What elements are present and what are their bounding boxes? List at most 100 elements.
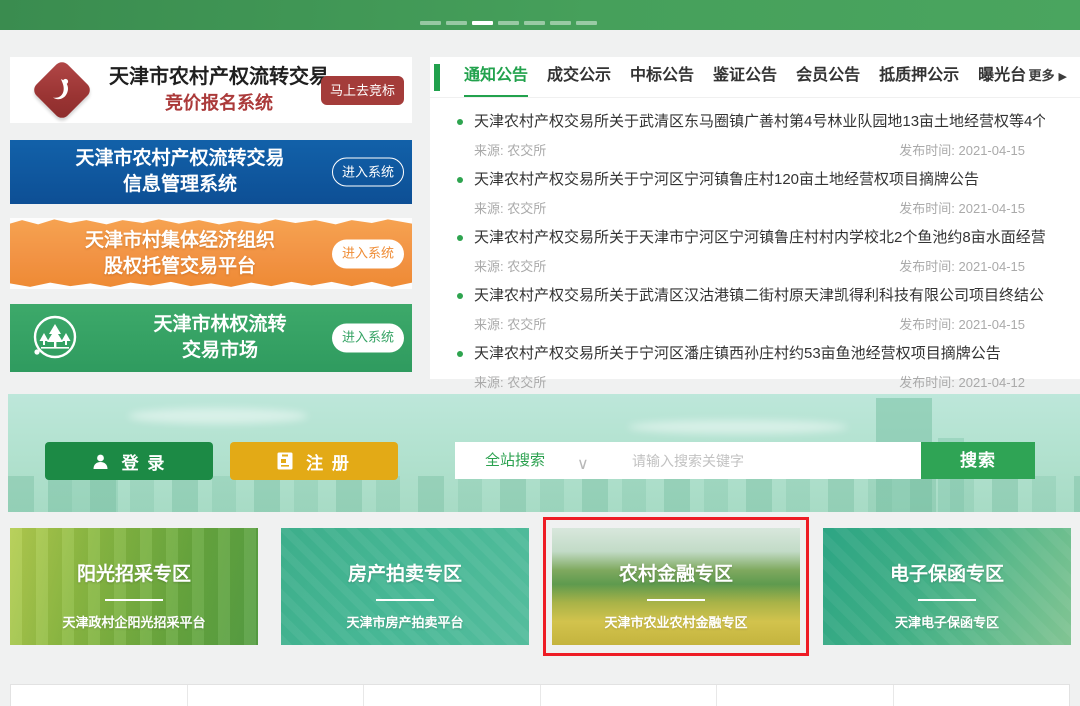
grid-cell[interactable] bbox=[188, 685, 365, 706]
notice-title[interactable]: 天津农村产权交易所关于宁河区潘庄镇西孙庄村约53亩鱼池经营权项目摘牌公告 bbox=[474, 343, 1001, 364]
notice-source: 来源: 农交所 bbox=[474, 372, 546, 391]
login-label: 登 录 bbox=[122, 449, 167, 474]
date-value: 2021-04-15 bbox=[959, 317, 1026, 332]
cloud-decoration bbox=[628, 420, 848, 434]
carousel-dash[interactable] bbox=[446, 21, 467, 25]
grid-cell[interactable] bbox=[894, 685, 1070, 706]
notice-panel: 通知公告 成交公示 中标公告 鉴证公告 会员公告 抵质押公示 曝光台 更多▶ 天… bbox=[430, 57, 1080, 379]
zone-divider bbox=[647, 599, 705, 601]
zone-subtitle: 天津市房产拍卖平台 bbox=[281, 612, 529, 631]
zone-electronic-guarantee[interactable]: 电子保函专区 天津电子保函专区 bbox=[823, 528, 1071, 645]
tab-notice-announcements[interactable]: 通知公告 bbox=[464, 57, 528, 97]
search-button[interactable]: 搜索 bbox=[921, 442, 1035, 479]
notice-item[interactable]: 天津农村产权交易所关于武清区东马圈镇广善村第4号林业队园地13亩土地经营权等4个… bbox=[457, 111, 1045, 159]
date-value: 2021-04-12 bbox=[959, 375, 1026, 390]
tab-exposure[interactable]: 曝光台 bbox=[978, 57, 1026, 97]
notice-item[interactable]: 天津农村产权交易所关于武清区汉沽港镇二街村原天津凯得利科技有限公司项目终结公告 … bbox=[457, 285, 1045, 333]
notice-title[interactable]: 天津农村产权交易所关于武清区东马圈镇广善村第4号林业队园地13亩土地经营权等4个… bbox=[474, 111, 1045, 132]
zone-real-estate-auction[interactable]: 房产拍卖专区 天津市房产拍卖平台 bbox=[281, 528, 529, 645]
more-arrow-icon: ▶ bbox=[1059, 71, 1067, 83]
tab-member[interactable]: 会员公告 bbox=[796, 57, 860, 97]
notice-source: 来源: 农交所 bbox=[474, 256, 546, 275]
banner-line2: 股权托管交易平台 bbox=[10, 254, 350, 280]
register-label: 注 册 bbox=[306, 449, 351, 474]
notice-meta: 来源: 农交所 发布时间: 2021-04-15 bbox=[474, 256, 1025, 275]
zone-divider bbox=[376, 599, 434, 601]
enter-system-button[interactable]: 进入系统 bbox=[332, 324, 404, 353]
carousel-dash[interactable] bbox=[524, 21, 545, 25]
banner-text: 天津市农村产权流转交易 信息管理系统 bbox=[10, 146, 350, 198]
brand-logo-icon bbox=[31, 59, 93, 121]
notice-item[interactable]: 天津农村产权交易所关于宁河区宁河镇鲁庄村120亩土地经营权项目摘牌公告 来源: … bbox=[457, 169, 1045, 217]
zone-title: 电子保函专区 bbox=[823, 559, 1071, 586]
time-label: 发布时间: bbox=[899, 259, 955, 274]
time-label: 发布时间: bbox=[899, 201, 955, 216]
source-label: 来源: bbox=[474, 259, 504, 274]
carousel-dash[interactable] bbox=[550, 21, 571, 25]
notice-title[interactable]: 天津农村产权交易所关于宁河区宁河镇鲁庄村120亩土地经营权项目摘牌公告 bbox=[474, 169, 979, 190]
source-value: 农交所 bbox=[507, 259, 546, 274]
top-bar bbox=[0, 0, 1080, 30]
grid-cell[interactable] bbox=[11, 685, 188, 706]
notice-meta: 来源: 农交所 发布时间: 2021-04-15 bbox=[474, 314, 1025, 333]
grid-cell[interactable] bbox=[717, 685, 894, 706]
search-bar: 全站搜索 ∨ bbox=[455, 442, 921, 479]
source-value: 农交所 bbox=[507, 317, 546, 332]
notice-source: 来源: 农交所 bbox=[474, 198, 546, 217]
carousel-dash[interactable] bbox=[420, 21, 441, 25]
date-value: 2021-04-15 bbox=[959, 201, 1026, 216]
notice-date: 发布时间: 2021-04-12 bbox=[899, 372, 1025, 391]
banner-forest-rights-market[interactable]: 天津市林权流转 交易市场 进入系统 bbox=[10, 304, 412, 372]
carousel-indicators bbox=[420, 21, 597, 25]
notice-meta: 来源: 农交所 发布时间: 2021-04-15 bbox=[474, 140, 1025, 159]
user-icon bbox=[92, 453, 109, 470]
banner-line1: 天津市农村产权流转交易 bbox=[10, 146, 350, 172]
date-value: 2021-04-15 bbox=[959, 143, 1026, 158]
source-label: 来源: bbox=[474, 375, 504, 390]
source-value: 农交所 bbox=[507, 201, 546, 216]
zone-title: 农村金融专区 bbox=[552, 559, 800, 586]
register-button[interactable]: 注 册 bbox=[230, 442, 398, 480]
notice-date: 发布时间: 2021-04-15 bbox=[899, 256, 1025, 275]
zone-subtitle: 天津市农业农村金融专区 bbox=[552, 612, 800, 631]
chevron-down-icon[interactable]: ∨ bbox=[577, 454, 589, 474]
grid-cell[interactable] bbox=[541, 685, 718, 706]
zone-title: 阳光招采专区 bbox=[10, 559, 258, 586]
login-button[interactable]: 登 录 bbox=[45, 442, 213, 480]
more-link[interactable]: 更多▶ bbox=[1029, 57, 1067, 96]
brand-title-line2: 竞价报名系统 bbox=[106, 91, 332, 116]
banner-line2: 信息管理系统 bbox=[10, 172, 350, 198]
banner-info-management-system[interactable]: 天津市农村产权流转交易 信息管理系统 进入系统 bbox=[10, 140, 412, 204]
notice-date: 发布时间: 2021-04-15 bbox=[899, 314, 1025, 333]
time-label: 发布时间: bbox=[899, 317, 955, 332]
skyline-silhouette bbox=[8, 476, 1080, 512]
zone-rural-finance[interactable]: 农村金融专区 天津市农业农村金融专区 bbox=[552, 528, 800, 645]
bullet-icon bbox=[457, 351, 463, 357]
notice-meta: 来源: 农交所 发布时间: 2021-04-12 bbox=[474, 372, 1025, 391]
banner-equity-custody-platform[interactable]: 天津市村集体经济组织 股权托管交易平台 进入系统 bbox=[10, 218, 412, 289]
banner-text: 天津市村集体经济组织 股权托管交易平台 bbox=[10, 228, 350, 280]
notice-item[interactable]: 天津农村产权交易所关于天津市宁河区宁河镇鲁庄村村内学校北2个鱼池约8亩水面经营.… bbox=[457, 227, 1045, 275]
tab-winning-bid[interactable]: 中标公告 bbox=[630, 57, 694, 97]
enter-system-button[interactable]: 进入系统 bbox=[332, 158, 404, 187]
enter-system-button[interactable]: 进入系统 bbox=[332, 239, 404, 268]
notice-title[interactable]: 天津农村产权交易所关于武清区汉沽港镇二街村原天津凯得利科技有限公司项目终结公告 bbox=[474, 285, 1045, 306]
notice-meta: 来源: 农交所 发布时间: 2021-04-15 bbox=[474, 198, 1025, 217]
tab-certification[interactable]: 鉴证公告 bbox=[713, 57, 777, 97]
search-scope-select[interactable]: 全站搜索 bbox=[485, 442, 545, 479]
carousel-dash[interactable] bbox=[498, 21, 519, 25]
notice-item[interactable]: 天津农村产权交易所关于宁河区潘庄镇西孙庄村约53亩鱼池经营权项目摘牌公告 来源:… bbox=[457, 343, 1045, 391]
carousel-dash[interactable] bbox=[576, 21, 597, 25]
id-card-icon bbox=[277, 452, 293, 470]
tab-mortgage-pledge[interactable]: 抵质押公示 bbox=[879, 57, 959, 97]
hero-search-strip: 登 录 注 册 全站搜索 ∨ 搜索 bbox=[8, 394, 1080, 512]
bullet-icon bbox=[457, 177, 463, 183]
zone-sunshine-procurement[interactable]: 阳光招采专区 天津政村企阳光招采平台 bbox=[10, 528, 258, 645]
notice-title[interactable]: 天津农村产权交易所关于天津市宁河区宁河镇鲁庄村村内学校北2个鱼池约8亩水面经营.… bbox=[474, 227, 1045, 248]
carousel-dash-active[interactable] bbox=[472, 21, 493, 25]
brand-title: 天津市农村产权流转交易 竞价报名系统 bbox=[106, 64, 332, 116]
grid-cell[interactable] bbox=[364, 685, 541, 706]
notice-source: 来源: 农交所 bbox=[474, 140, 546, 159]
tab-deal-publicity[interactable]: 成交公示 bbox=[547, 57, 611, 97]
go-bid-button[interactable]: 马上去竞标 bbox=[321, 76, 404, 105]
